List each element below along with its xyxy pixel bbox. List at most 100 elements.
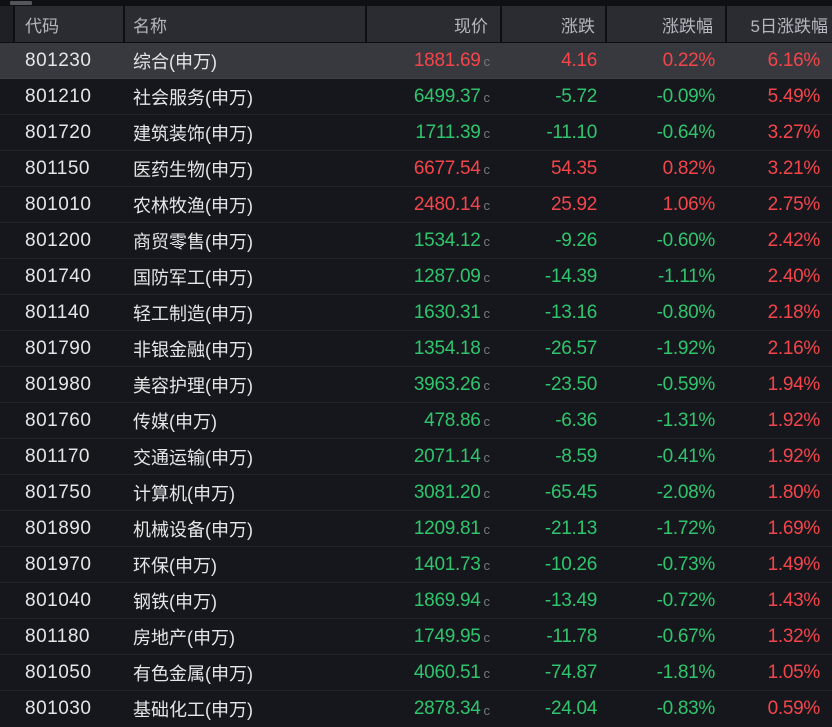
price-value: 1869.94 [414,590,481,612]
change-pct-value: -1.11% [658,266,715,288]
stock-code: 801970 [25,554,91,576]
five-day-cell: 1.69% [727,511,832,546]
name-cell: 美容护理(申万) [125,367,367,402]
change-pct-value: -2.08% [657,482,715,504]
change-value: -65.45 [545,482,597,504]
table-row[interactable]: 801790 非银金融(申万) 1354.18 c -26.57 -1.92% … [0,331,832,367]
change-pct-value: 1.06% [663,194,715,216]
price-suffix-c: c [484,90,491,105]
change-value: -11.10 [546,122,597,144]
price-value: 1881.69 [414,50,481,72]
change-pct-value: -1.92% [657,338,715,360]
stock-code: 801170 [25,446,90,468]
scrollbar-thumb[interactable] [10,1,32,5]
table-row[interactable]: 801050 有色金属(申万) 4060.51 c -74.87 -1.81% … [0,655,832,691]
five-day-pct-value: 1.92% [768,410,820,432]
change-value: -6.36 [555,410,597,432]
table-row[interactable]: 801750 计算机(申万) 3081.20 c -65.45 -2.08% 1… [0,475,832,511]
price-value: 1401.73 [414,554,481,576]
table-row[interactable]: 801150 医药生物(申万) 6677.54 c 54.35 0.82% 3.… [0,151,832,187]
name-cell: 轻工制造(申万) [125,295,367,330]
name-cell: 钢铁(申万) [125,583,367,618]
change-value: -74.87 [545,662,597,684]
change-pct-value: -1.81% [657,662,715,684]
table-row[interactable]: 801760 传媒(申万) 478.86 c -6.36 -1.31% 1.92… [0,403,832,439]
price-value: 4060.51 [414,662,481,684]
five-day-cell: 1.05% [727,655,832,690]
price-suffix-c: c [484,558,491,573]
price-suffix-c: c [484,306,491,321]
stock-name: 医药生物(申万) [133,156,253,182]
price-value: 1354.18 [414,338,481,360]
price-suffix-c: c [484,162,491,177]
column-header-five-day-pct[interactable]: 5日涨跌幅 [727,6,832,42]
table-body: 801230 综合(申万) 1881.69 c 4.16 0.22% 6.16%… [0,43,832,727]
five-day-pct-value: 1.49% [768,554,820,576]
name-cell: 计算机(申万) [125,475,367,510]
stock-code: 801180 [25,626,90,648]
table-row[interactable]: 801230 综合(申万) 1881.69 c 4.16 0.22% 6.16% [0,43,832,79]
five-day-pct-value: 2.16% [768,338,820,360]
price-suffix-c: c [484,522,491,537]
five-day-pct-value: 5.49% [768,86,820,108]
table-row[interactable]: 801210 社会服务(申万) 6499.37 c -5.72 -0.09% 5… [0,79,832,115]
table-row[interactable]: 801740 国防军工(申万) 1287.09 c -14.39 -1.11% … [0,259,832,295]
change-pct-cell: -0.60% [607,223,727,258]
code-cell: 801790 [0,331,125,366]
change-value: -24.04 [545,698,597,720]
table-row[interactable]: 801720 建筑装饰(申万) 1711.39 c -11.10 -0.64% … [0,115,832,151]
change-cell: 4.16 [502,43,607,78]
change-cell: -23.50 [502,367,607,402]
change-pct-cell: -1.31% [607,403,727,438]
table-row[interactable]: 801970 环保(申万) 1401.73 c -10.26 -0.73% 1.… [0,547,832,583]
column-header-price[interactable]: 现价 [367,6,502,42]
price-value: 6677.54 [414,158,481,180]
five-day-cell: 1.43% [727,583,832,618]
change-pct-value: -0.41% [657,446,715,468]
table-row[interactable]: 801030 基础化工(申万) 2878.34 c -24.04 -0.83% … [0,691,832,727]
name-cell: 传媒(申万) [125,403,367,438]
change-pct-cell: -0.41% [607,439,727,474]
stock-code: 801040 [25,590,91,612]
change-value: -26.57 [545,338,597,360]
change-cell: -10.26 [502,547,607,582]
five-day-pct-value: 2.75% [768,194,820,216]
column-header-code[interactable]: 代码 [0,6,125,42]
table-row[interactable]: 801010 农林牧渔(申万) 2480.14 c 25.92 1.06% 2.… [0,187,832,223]
table-row[interactable]: 801980 美容护理(申万) 3963.26 c -23.50 -0.59% … [0,367,832,403]
stock-code: 801210 [25,86,91,108]
five-day-pct-value: 0.59% [768,698,820,720]
price-suffix-c: c [484,234,491,249]
change-cell: -21.13 [502,511,607,546]
price-value: 1287.09 [414,266,481,288]
table-row[interactable]: 801040 钢铁(申万) 1869.94 c -13.49 -0.72% 1.… [0,583,832,619]
column-header-change-pct[interactable]: 涨跌幅 [607,6,727,42]
table-row[interactable]: 801140 轻工制造(申万) 1630.31 c -13.16 -0.80% … [0,295,832,331]
change-value: -14.39 [545,266,597,288]
five-day-pct-value: 1.05% [768,662,820,684]
price-cell: 1869.94 c [367,583,502,618]
change-pct-value: 0.82% [663,158,715,180]
table-row[interactable]: 801180 房地产(申万) 1749.95 c -11.78 -0.67% 1… [0,619,832,655]
code-cell: 801210 [0,79,125,114]
change-pct-cell: 1.06% [607,187,727,222]
five-day-cell: 1.94% [727,367,832,402]
column-header-name[interactable]: 名称 [125,6,367,42]
price-value: 2071.14 [414,446,481,468]
table-row[interactable]: 801200 商贸零售(申万) 1534.12 c -9.26 -0.60% 2… [0,223,832,259]
five-day-cell: 1.49% [727,547,832,582]
price-cell: 1534.12 c [367,223,502,258]
table-row[interactable]: 801890 机械设备(申万) 1209.81 c -21.13 -1.72% … [0,511,832,547]
column-header-change[interactable]: 涨跌 [502,6,607,42]
change-cell: -26.57 [502,331,607,366]
code-cell: 801890 [0,511,125,546]
five-day-cell: 2.16% [727,331,832,366]
name-cell: 商贸零售(申万) [125,223,367,258]
change-cell: -9.26 [502,223,607,258]
change-pct-cell: -0.83% [607,691,727,727]
stock-name: 商贸零售(申万) [133,228,253,254]
table-row[interactable]: 801170 交通运输(申万) 2071.14 c -8.59 -0.41% 1… [0,439,832,475]
change-value: -23.50 [545,374,597,396]
change-value: -11.78 [546,626,597,648]
price-value: 3081.20 [414,482,481,504]
